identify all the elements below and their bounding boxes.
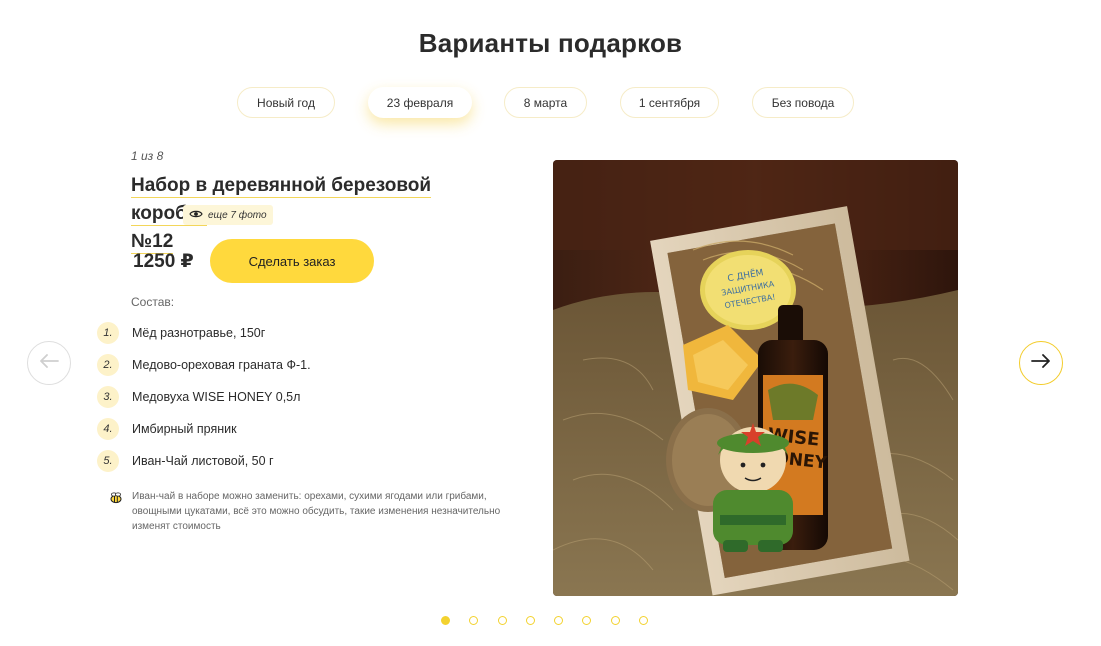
replacement-note: Иван-чай в наборе можно заменить: орехам…: [108, 489, 508, 534]
list-item-text: Иван-Чай листовой, 50 г: [132, 454, 274, 468]
list-item-text: Медово-ореховая граната Ф-1.: [132, 358, 311, 372]
list-item-number: 2.: [97, 354, 119, 376]
tab-no-reason[interactable]: Без повода: [752, 87, 854, 118]
tab-new-year[interactable]: Новый год: [237, 87, 335, 118]
list-item: 3. Медовуха WISE HONEY 0,5л: [97, 381, 311, 413]
eye-icon: [189, 209, 203, 222]
note-text: Иван-чай в наборе можно заменить: орехам…: [132, 491, 501, 532]
pagination-dot[interactable]: [582, 616, 592, 625]
tab-february-23[interactable]: 23 февраля: [368, 87, 472, 118]
composition-list: 1. Мёд разнотравье, 150г 2. Медово-орехова…: [97, 317, 311, 477]
more-photos-button[interactable]: еще 7 фото: [183, 205, 273, 225]
list-item-number: 5.: [97, 450, 119, 472]
list-item-number: 1.: [97, 322, 119, 344]
next-slide-button[interactable]: [1019, 341, 1063, 385]
occasion-tabs: Новый год 23 февраля 8 марта 1 сентября …: [0, 87, 1101, 119]
slide-counter: 1 из 8: [131, 149, 164, 163]
pagination-dot[interactable]: [497, 616, 507, 625]
order-button[interactable]: Сделать заказ: [210, 239, 374, 283]
list-item-number: 4.: [97, 418, 119, 440]
composition-label: Состав:: [131, 295, 175, 309]
product-price: 1250 ₽: [133, 251, 194, 272]
pagination-dot[interactable]: [554, 616, 564, 625]
list-item: 1. Мёд разнотравье, 150г: [97, 317, 311, 349]
pagination-dot[interactable]: [639, 616, 649, 625]
list-item-text: Медовуха WISE HONEY 0,5л: [132, 390, 301, 404]
pagination-dot[interactable]: [441, 616, 450, 625]
section-title: Варианты подарков: [418, 28, 683, 58]
pagination-dot[interactable]: [525, 616, 535, 625]
product-photo[interactable]: С ДНЁМ ЗАЩИТНИКА ОТЕЧЕСТВА! WISE HONEY: [553, 160, 958, 596]
tab-september-1[interactable]: 1 сентября: [620, 87, 719, 118]
list-item-number: 3.: [97, 386, 119, 408]
list-item: 5. Иван-Чай листовой, 50 г: [97, 445, 311, 477]
more-photos-label: еще 7 фото: [208, 209, 267, 221]
list-item: 4. Имбирный пряник: [97, 413, 311, 445]
arrow-left-icon: [39, 353, 59, 373]
arrow-right-icon: [1031, 353, 1051, 373]
pagination-dot[interactable]: [469, 616, 479, 625]
pagination-dot[interactable]: [610, 616, 620, 625]
prev-slide-button[interactable]: [27, 341, 71, 385]
pagination-dots: [441, 616, 667, 626]
list-item-text: Имбирный пряник: [132, 422, 237, 436]
tab-march-8[interactable]: 8 марта: [504, 87, 587, 118]
product-title-line1: Набор в деревянной березовой коробке: [131, 175, 432, 226]
list-item: 2. Медово-ореховая граната Ф-1.: [97, 349, 311, 381]
list-item-text: Мёд разнотравье, 150г: [132, 326, 266, 340]
bee-icon: [108, 490, 124, 506]
